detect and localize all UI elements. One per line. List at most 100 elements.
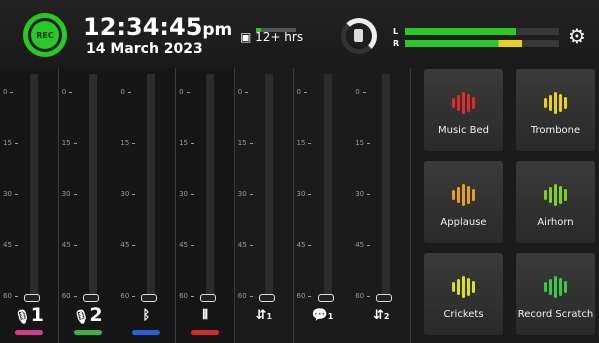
sound-pad-trombone[interactable]: Trombone [516, 69, 595, 151]
fader-tick-label: 15 [237, 139, 253, 147]
mic-icon: 🎙2 [72, 304, 103, 326]
channel-meter [323, 74, 332, 300]
sound-pad-record-scratch[interactable]: Record Scratch [516, 253, 595, 335]
sound-pad-crickets[interactable]: Crickets [424, 253, 503, 335]
sound-pad-label: Music Bed [438, 124, 489, 136]
level-meter-l [405, 28, 559, 35]
usb-icon: ⇵1 [255, 308, 273, 323]
fader-tick-label: 60 [120, 292, 136, 300]
top-bar: REC 12:34:45pm 14 March 2023 ▣ 12+ hrs L… [0, 0, 599, 68]
fader-knob[interactable] [141, 294, 158, 302]
fader-tick-label: 60 [355, 292, 370, 300]
channel-meter [88, 74, 97, 300]
fader-knob[interactable] [317, 294, 334, 302]
fader-tick-label: 30 [355, 190, 370, 198]
waveform-icon [543, 183, 568, 207]
channel-color-bar [73, 330, 102, 335]
level-meter-r [405, 40, 559, 47]
fader-tick-label: 0 [61, 88, 74, 96]
sound-pad-label: Applause [440, 216, 487, 228]
waveform-icon [543, 91, 568, 115]
fader-tick-label: 45 [355, 241, 370, 249]
sound-pad-label: Airhorn [537, 216, 574, 228]
channel-meter [382, 74, 391, 300]
channel-number: 2 [383, 312, 390, 321]
fader-tick-label: 60 [179, 292, 194, 300]
fader-tick-label: 30 [3, 190, 18, 198]
fader-tick-label: 15 [355, 139, 370, 147]
storage-status: ▣ 12+ hrs [240, 28, 304, 44]
fader-tick-label: 45 [237, 241, 253, 249]
monitor-dial[interactable] [341, 18, 377, 54]
level-r-label: R [393, 39, 400, 48]
fader-tick-label: 60 [237, 292, 253, 300]
fader-tick-label: 0 [179, 88, 191, 96]
channel-color-bar [191, 330, 220, 335]
record-button[interactable]: REC [23, 13, 67, 57]
waveform-icon [451, 91, 476, 115]
fader-tick-label: 15 [61, 139, 77, 147]
fader-knob[interactable] [24, 294, 40, 302]
chat-icon: 💬1 [311, 308, 334, 323]
channel-strip-sound-pads[interactable]: 0 15 30 45 60 ⦀ [176, 68, 236, 343]
channel-strip-chat-1[interactable]: 0 15 30 45 60 💬1 [293, 68, 353, 343]
fader-tick-label: 45 [179, 241, 194, 249]
fader-tick-label: 30 [179, 190, 194, 198]
level-l-label: L [393, 27, 399, 36]
sound-pad-label: Record Scratch [517, 308, 594, 320]
fader-tick-label: 45 [61, 241, 77, 249]
sound-pad-airhorn[interactable]: Airhorn [516, 161, 595, 243]
fader-tick-label: 45 [120, 241, 136, 249]
fader-knob[interactable] [200, 294, 217, 302]
fader-tick-label: 60 [3, 292, 18, 300]
channel-number: 2 [89, 304, 103, 326]
waveform-icon: ⦀ [202, 308, 208, 323]
channel-strip-usb-2[interactable]: 0 15 30 45 60 ⇵2 [352, 68, 412, 343]
fader-tick-label: 30 [237, 190, 253, 198]
channel-strip-mic-2[interactable]: 0 15 30 45 60 🎙2 [58, 68, 118, 343]
waveform-icon [451, 275, 476, 299]
channel-color-bar [132, 330, 161, 335]
channel-strip-usb-1[interactable]: 0 15 30 45 60 ⇵1 [234, 68, 294, 343]
fader-tick-label: 45 [296, 241, 312, 249]
fader-tick-label: 0 [3, 88, 15, 96]
speaker-icon [354, 29, 363, 42]
fader-knob[interactable] [376, 294, 393, 302]
fader-tick-label: 0 [237, 88, 250, 96]
fader-knob[interactable] [258, 294, 275, 302]
rec-label: REC [31, 21, 59, 49]
waveform-icon [543, 275, 568, 299]
fader-tick-label: 30 [296, 190, 312, 198]
sound-pad-label: Trombone [530, 124, 581, 136]
channel-meter [206, 74, 215, 300]
sound-pad-music-bed[interactable]: Music Bed [424, 69, 503, 151]
channel-strip-mic-1[interactable]: 0 15 30 45 60 🎙1 [0, 68, 59, 343]
usb-drive-icon: ▣ [240, 30, 252, 44]
sound-pad-applause[interactable]: Applause [424, 161, 503, 243]
channel-meter [30, 74, 38, 300]
fader-tick-label: 60 [61, 292, 77, 300]
clock-time: 12:34:45pm [83, 13, 233, 41]
fader-tick-label: 45 [3, 241, 18, 249]
channel-strip-bluetooth[interactable]: 0 15 30 45 60 ᛒ [117, 68, 177, 343]
channel-number: 1 [266, 312, 273, 321]
storage-bar [256, 28, 296, 32]
gear-icon[interactable]: ⚙ [568, 26, 586, 46]
channel-number: 1 [30, 304, 44, 326]
fader-tick-label: 30 [61, 190, 77, 198]
fader-tick-label: 60 [296, 292, 312, 300]
fader-tick-label: 15 [3, 139, 18, 147]
channel-number: 1 [327, 312, 334, 321]
fader-tick-label: 0 [355, 88, 367, 96]
bluetooth-icon: ᛒ [142, 308, 151, 323]
storage-remaining: 12+ hrs [255, 30, 304, 44]
usb-icon: ⇵2 [372, 308, 390, 323]
fader-tick-label: 30 [120, 190, 136, 198]
waveform-icon [451, 183, 476, 207]
fader-tick-label: 0 [120, 88, 133, 96]
fader-knob[interactable] [82, 294, 99, 302]
clock-date: 14 March 2023 [86, 41, 203, 57]
sound-pad-label: Crickets [443, 308, 484, 320]
fader-tick-label: 15 [179, 139, 194, 147]
fader-tick-label: 15 [296, 139, 312, 147]
